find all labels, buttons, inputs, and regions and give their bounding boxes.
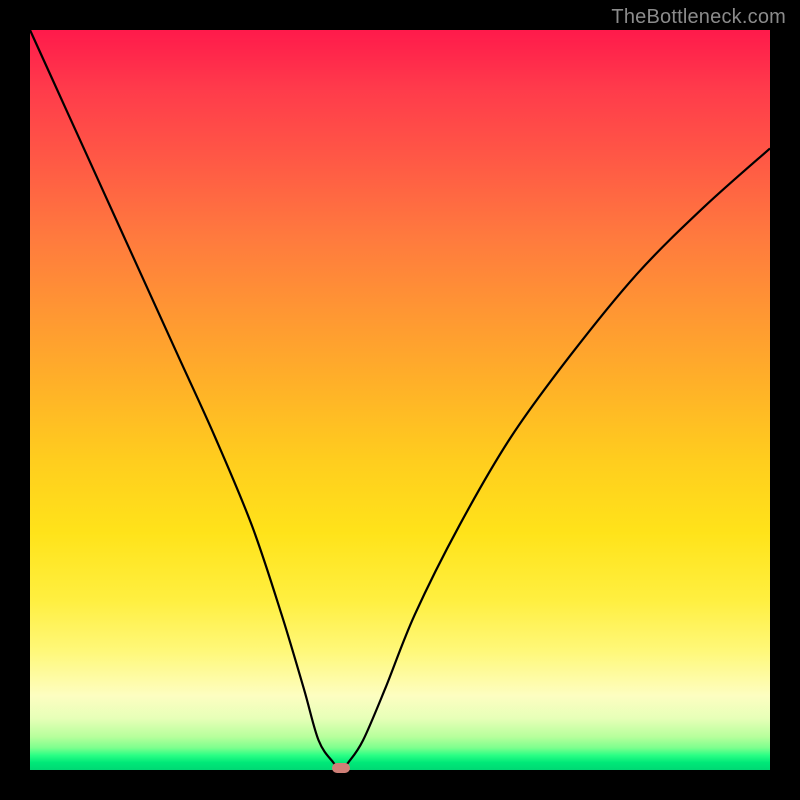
bottleneck-curve	[30, 30, 770, 770]
watermark-text: TheBottleneck.com	[611, 6, 786, 29]
chart-area	[30, 30, 770, 770]
minimum-indicator	[332, 763, 350, 773]
curve-path	[30, 30, 770, 770]
